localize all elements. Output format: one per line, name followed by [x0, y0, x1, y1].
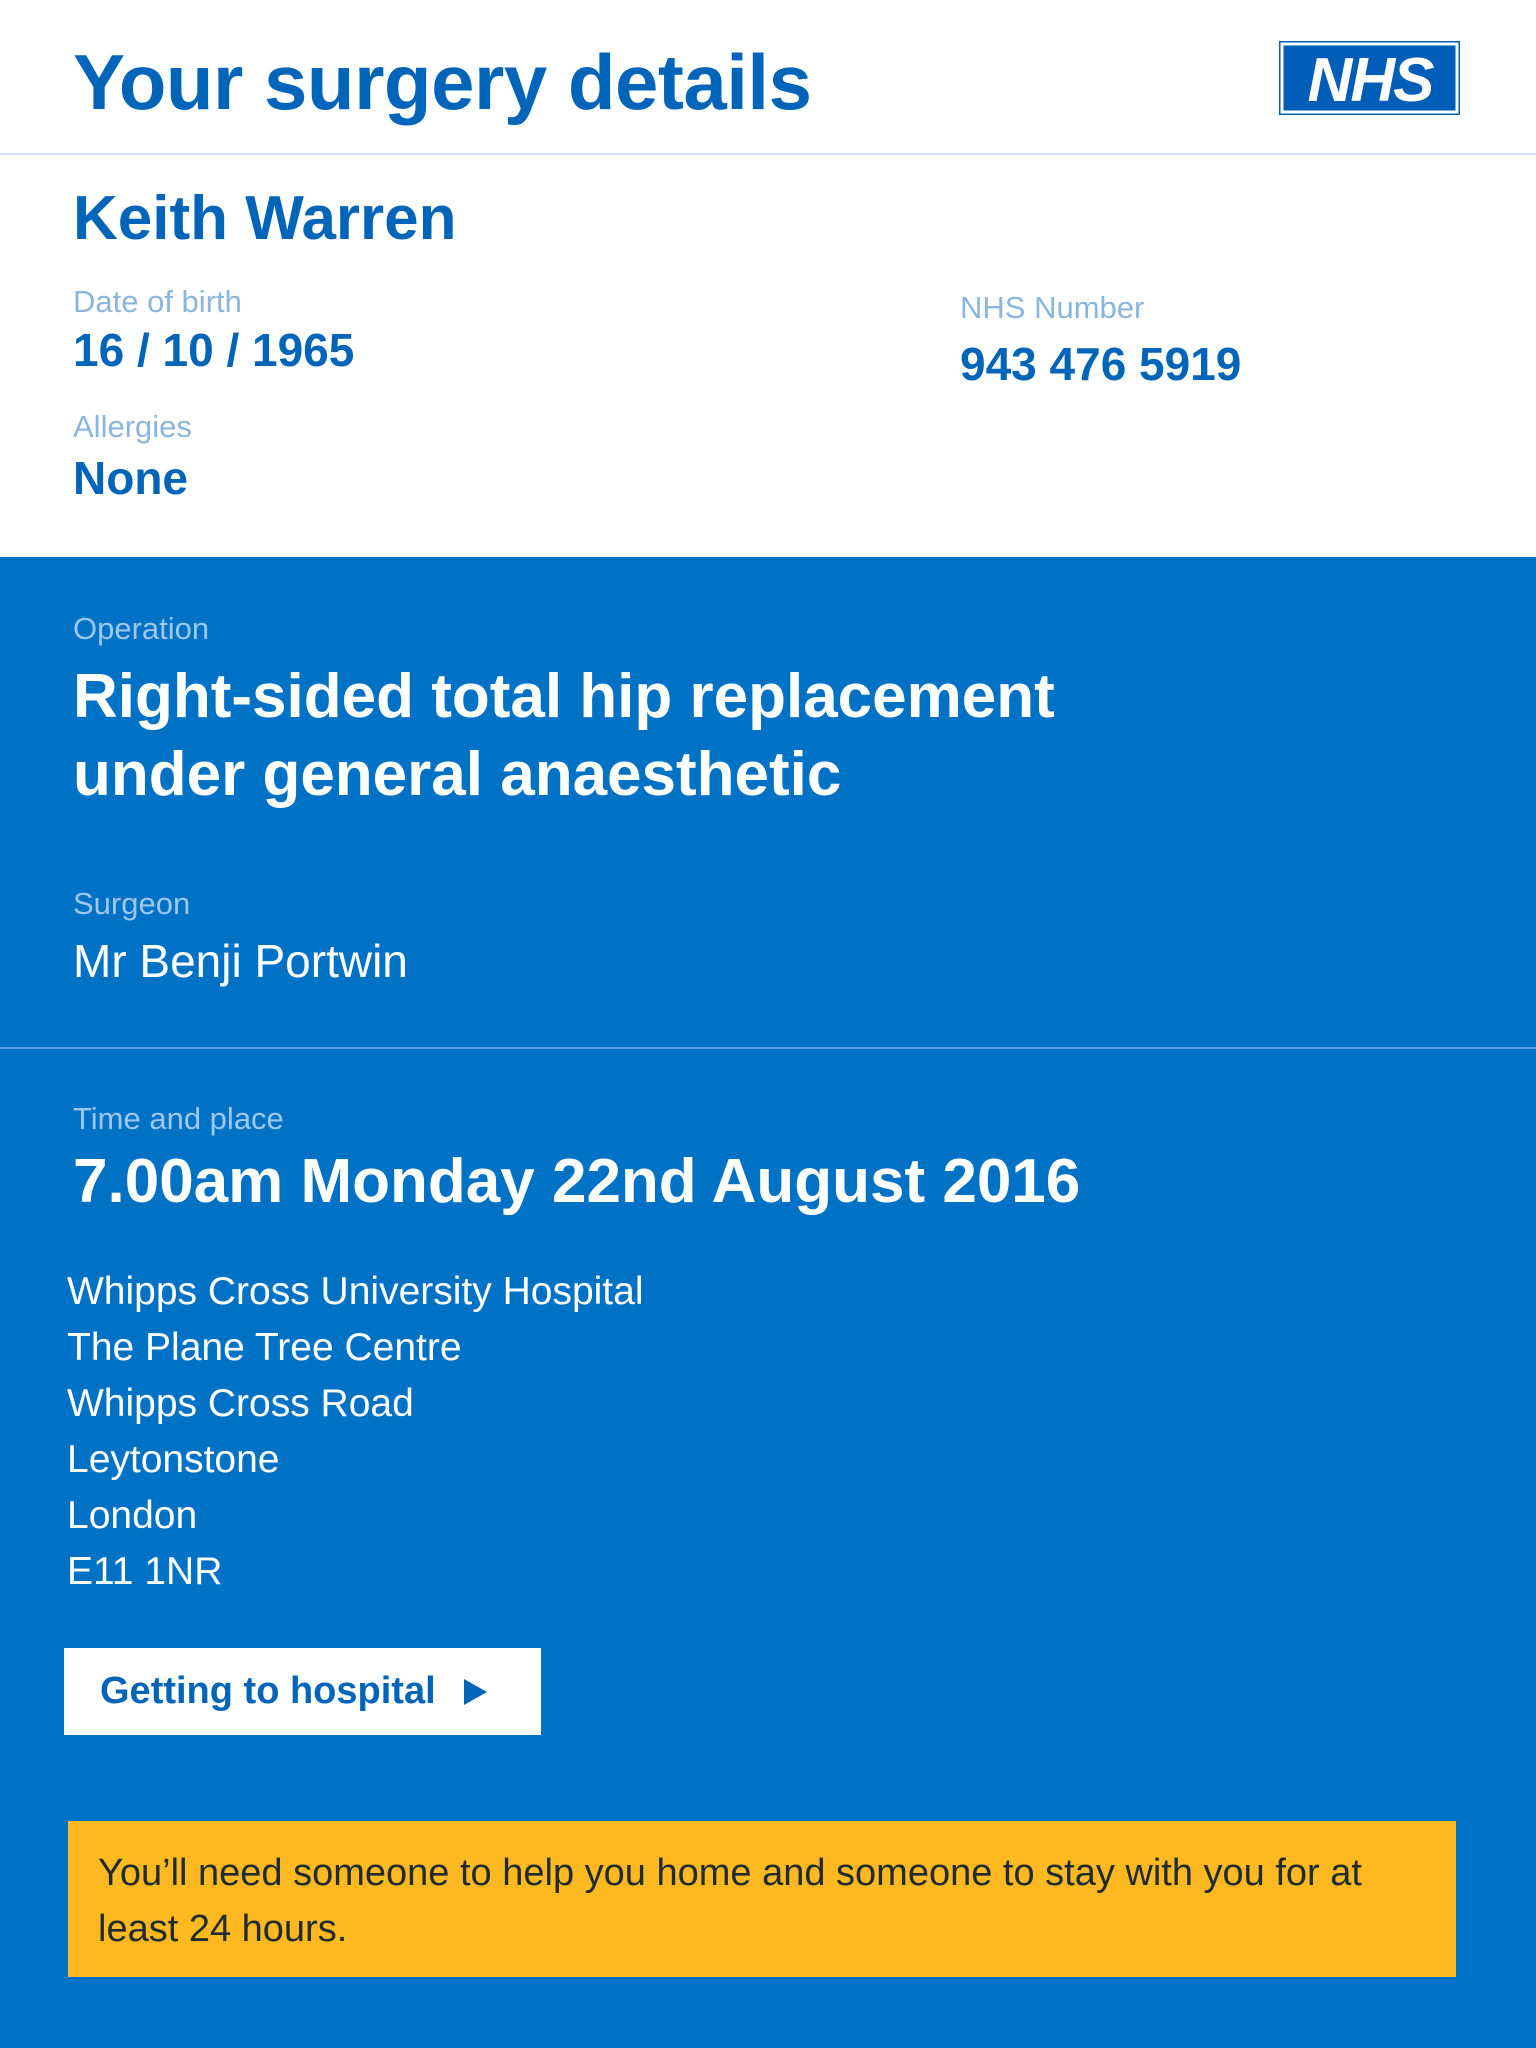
- play-arrow-icon: [463, 1678, 487, 1705]
- address-line: Leytonstone: [67, 1438, 280, 1481]
- hospital-address: Whipps Cross University Hospital The Pla…: [67, 1264, 644, 1600]
- operation-name: Right-sided total hip replacement under …: [73, 658, 1273, 814]
- surgeon-name: Mr Benji Portwin: [73, 935, 408, 987]
- address-line: Whipps Cross Road: [67, 1382, 414, 1425]
- address-line: E11 1NR: [67, 1550, 223, 1593]
- nhs-logo: NHS: [1279, 41, 1460, 115]
- care-warning-callout: You’ll need someone to help you home and…: [68, 1821, 1456, 1977]
- dob-label: Date of birth: [73, 284, 242, 319]
- nhs-number-label: NHS Number: [960, 290, 1145, 325]
- patient-name: Keith Warren: [73, 184, 457, 253]
- address-line: London: [67, 1494, 198, 1537]
- nhs-number-value: 943 476 5919: [960, 338, 1242, 390]
- operation-line-2: under general anaesthetic: [73, 740, 842, 809]
- time-place-label: Time and place: [73, 1101, 284, 1136]
- dob-value: 16 / 10 / 1965: [73, 324, 355, 376]
- nhs-logo-text: NHS: [1308, 46, 1435, 115]
- address-line: The Plane Tree Centre: [67, 1326, 462, 1369]
- address-line: Whipps Cross University Hospital: [67, 1270, 644, 1313]
- surgeon-label: Surgeon: [73, 886, 191, 921]
- allergies-label: Allergies: [73, 409, 192, 444]
- care-warning-text: You’ll need someone to help you home and…: [98, 1852, 1362, 1950]
- getting-to-hospital-button[interactable]: Getting to hospital: [64, 1648, 541, 1735]
- operation-line-1: Right-sided total hip replacement: [73, 662, 1055, 731]
- allergies-value: None: [73, 452, 188, 504]
- operation-label: Operation: [73, 611, 210, 646]
- section-divider: [0, 1047, 1536, 1049]
- appointment-datetime: 7.00am Monday 22nd August 2016: [73, 1147, 1081, 1216]
- header-divider: [0, 153, 1536, 155]
- getting-to-hospital-label: Getting to hospital: [100, 1670, 436, 1712]
- page-title: Your surgery details: [73, 38, 812, 126]
